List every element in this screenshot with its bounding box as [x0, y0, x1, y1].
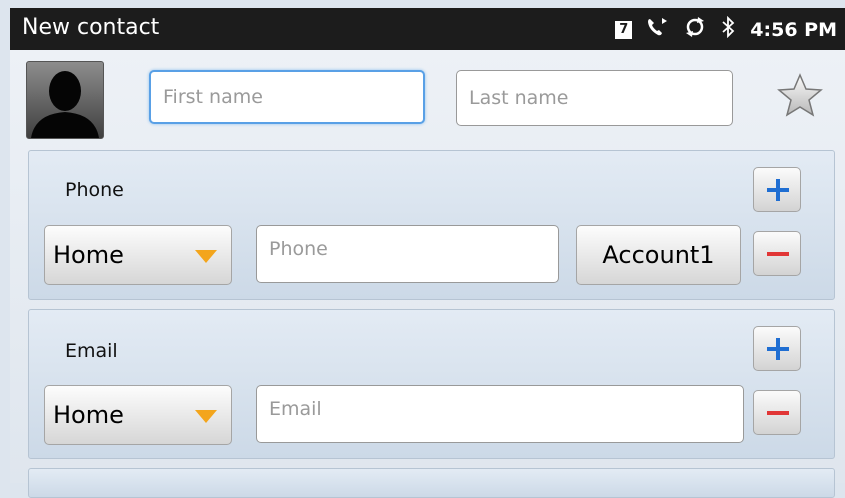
phone-type-spinner[interactable]: Home [44, 225, 232, 285]
email-type-spinner[interactable]: Home [44, 385, 232, 445]
contact-editor: First name Last name Phone Home Phone Ac… [10, 50, 845, 498]
email-section: Email Home Email [28, 309, 835, 459]
phone-placeholder: Phone [269, 238, 328, 260]
account-button[interactable]: Account1 [576, 225, 741, 285]
email-label: Email [65, 340, 118, 362]
first-name-placeholder: First name [163, 86, 263, 108]
email-input[interactable]: Email [256, 385, 744, 443]
bluetooth-icon [720, 15, 736, 43]
call-forward-icon [646, 16, 670, 43]
phone-type-value: Home [53, 241, 124, 269]
favorite-star-icon[interactable] [776, 72, 824, 122]
email-type-value: Home [53, 401, 124, 429]
last-name-field[interactable]: Last name [456, 70, 733, 126]
contact-photo[interactable] [26, 61, 104, 139]
status-icons: 7 4:56 PM [615, 15, 837, 43]
first-name-field[interactable]: First name [149, 70, 425, 124]
sync-icon [684, 16, 706, 43]
last-name-placeholder: Last name [469, 87, 569, 109]
status-bar: New contact 7 4:56 PM [10, 8, 845, 50]
account-label: Account1 [602, 241, 715, 269]
phone-section: Phone Home Phone Account1 [28, 150, 835, 300]
remove-phone-button[interactable] [753, 231, 801, 276]
app-title: New contact [22, 15, 160, 40]
next-section [28, 468, 835, 498]
clock: 4:56 PM [750, 18, 837, 41]
phone-label: Phone [65, 179, 124, 201]
dropdown-arrow-icon [195, 410, 217, 423]
add-email-button[interactable] [753, 326, 801, 371]
add-phone-button[interactable] [753, 167, 801, 212]
email-placeholder: Email [269, 398, 322, 420]
phone-input[interactable]: Phone [256, 225, 559, 283]
calendar-icon: 7 [615, 20, 633, 39]
person-silhouette-icon [31, 71, 99, 138]
dropdown-arrow-icon [195, 250, 217, 263]
remove-email-button[interactable] [753, 390, 801, 435]
